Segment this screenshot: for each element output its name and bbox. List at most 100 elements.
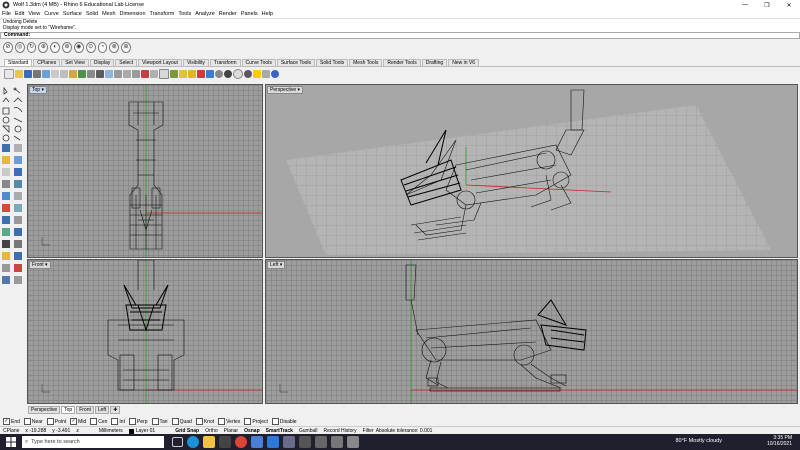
zoom-window-icon[interactable]	[123, 70, 131, 78]
paste-icon[interactable]	[69, 70, 77, 78]
clock[interactable]: 3:35 PM 10/16/2021	[767, 435, 792, 447]
undo-view-icon[interactable]	[150, 70, 158, 78]
print-icon[interactable]	[33, 70, 41, 78]
menu-help[interactable]: Help	[262, 11, 273, 17]
tab-select[interactable]: Select	[115, 59, 138, 66]
osnap-point[interactable]: Point	[46, 418, 66, 425]
store-icon[interactable]	[219, 436, 231, 448]
redo-icon[interactable]	[87, 70, 95, 78]
menu-render[interactable]: Render	[219, 11, 237, 17]
menu-view[interactable]: View	[28, 11, 40, 17]
maximize-button[interactable]: ❐	[756, 2, 778, 9]
tab-drafting[interactable]: Drafting	[421, 59, 448, 66]
rhino-taskbar-icon[interactable]	[299, 436, 311, 448]
lightbulb-icon[interactable]: ◐	[50, 41, 61, 53]
minimize-button[interactable]: —	[734, 2, 756, 8]
perspective-viewport[interactable]: Perspective ▾	[265, 84, 798, 258]
tab-render-tools[interactable]: Render Tools	[383, 59, 421, 66]
copy-icon[interactable]	[60, 70, 68, 78]
tab-curve-tools[interactable]: Curve Tools	[241, 59, 276, 66]
edge-icon[interactable]	[187, 436, 199, 448]
edit-icon[interactable]: ⊙	[85, 41, 96, 53]
close-button[interactable]: ✕	[778, 2, 800, 9]
pan-icon[interactable]	[96, 70, 104, 78]
material-icon[interactable]	[244, 70, 252, 78]
open-file-icon[interactable]	[15, 70, 23, 78]
layer-icon[interactable]: ◔	[97, 41, 108, 53]
menu-file[interactable]: File	[2, 11, 11, 17]
viewport-label-front[interactable]: Front ▾	[29, 261, 51, 269]
zoom-icon[interactable]: ⊛	[62, 41, 72, 53]
layer-icon[interactable]	[197, 70, 205, 78]
tab-cplanes[interactable]: CPlanes	[33, 59, 61, 66]
properties-icon[interactable]	[206, 70, 214, 78]
left-viewport[interactable]: Left ▾	[265, 259, 798, 404]
options-icon[interactable]	[262, 70, 270, 78]
save-icon[interactable]	[24, 70, 32, 78]
task-view-icon[interactable]	[172, 437, 183, 447]
viewport-label-left[interactable]: Left ▾	[267, 261, 286, 269]
top-viewport[interactable]: Top ▾	[27, 84, 263, 258]
app-icon[interactable]	[283, 436, 295, 448]
cut-icon[interactable]	[51, 70, 59, 78]
weather-widget[interactable]: 80°F Mostly cloudy	[675, 438, 722, 444]
vptab-front[interactable]: Front	[76, 406, 94, 414]
osnap-int[interactable]: Int	[111, 418, 125, 425]
menu-edit[interactable]: Edit	[15, 11, 24, 17]
osnap-tan[interactable]: Tan	[151, 418, 168, 425]
rhino-taskbar-icon-3[interactable]	[331, 436, 343, 448]
command-input[interactable]: Command:	[0, 32, 800, 39]
help-icon[interactable]: ⊕	[121, 41, 131, 53]
viewport-label-perspective[interactable]: Perspective ▾	[267, 86, 304, 94]
osnap-mid[interactable]: ✓ Mid	[70, 418, 86, 425]
wireframe-icon[interactable]	[215, 70, 223, 78]
new-file-icon[interactable]	[4, 69, 14, 79]
rotate-view-icon[interactable]	[105, 70, 113, 78]
menu-panels[interactable]: Panels	[241, 11, 258, 17]
menu-dimension[interactable]: Dimension	[120, 11, 146, 17]
tab-transform[interactable]: Transform	[209, 59, 241, 66]
rhino-taskbar-icon-2[interactable]	[315, 436, 327, 448]
file-explorer-icon[interactable]	[203, 436, 215, 448]
help-icon[interactable]	[271, 70, 279, 78]
options-icon[interactable]: ⊗	[109, 41, 120, 53]
osnap-cen[interactable]: Cen	[90, 418, 107, 425]
camera-icon[interactable]: ◉	[73, 41, 84, 53]
onedrive-icon[interactable]	[251, 436, 263, 448]
no-entry-icon[interactable]: ⊘	[3, 41, 13, 53]
shaded-icon[interactable]	[224, 70, 232, 78]
import-icon[interactable]	[42, 70, 50, 78]
render-icon[interactable]	[253, 70, 261, 78]
windows-start-icon[interactable]	[6, 437, 16, 447]
zoom-selected-icon[interactable]	[141, 70, 149, 78]
menu-curve[interactable]: Curve	[44, 11, 59, 17]
menu-tools[interactable]: Tools	[178, 11, 191, 17]
osnap-perp[interactable]: Perp	[128, 418, 148, 425]
select-objects-icon[interactable]	[170, 70, 178, 78]
tab-display[interactable]: Display	[89, 59, 115, 66]
zoom-icon[interactable]	[114, 70, 122, 78]
taskbar-search-input[interactable]: ⌕ Type here to search	[22, 436, 164, 448]
four-views-icon[interactable]	[159, 69, 169, 79]
rendered-icon[interactable]	[233, 69, 243, 79]
tab-set-view[interactable]: Set View	[61, 59, 89, 66]
rhino-taskbar-icon-4[interactable]	[347, 436, 359, 448]
osnap-project[interactable]: Project	[244, 418, 268, 425]
tab-new-in-v6[interactable]: New in V6	[448, 59, 480, 66]
osnap-vertex[interactable]: Vertex	[218, 418, 240, 425]
tab-viewport-layout[interactable]: Viewport Layout	[138, 59, 182, 66]
menu-surface[interactable]: Surface	[63, 11, 82, 17]
osnap-quad[interactable]: Quad	[171, 418, 192, 425]
menu-analyze[interactable]: Analyze	[195, 11, 215, 17]
osnap-disable[interactable]: Disable	[271, 418, 297, 425]
osnap-near[interactable]: Near	[23, 418, 43, 425]
tab-visibility[interactable]: Visibility	[182, 59, 209, 66]
menu-mesh[interactable]: Mesh	[102, 11, 115, 17]
viewport-label-top[interactable]: Top ▾	[29, 86, 47, 94]
tab-surface-tools[interactable]: Surface Tools	[276, 59, 316, 66]
select-icon[interactable]: ◎	[14, 41, 25, 53]
undo-icon[interactable]	[78, 70, 86, 78]
osnap-knot[interactable]: Knot	[195, 418, 214, 425]
tab-solid-tools[interactable]: Solid Tools	[316, 59, 349, 66]
menu-solid[interactable]: Solid	[86, 11, 98, 17]
